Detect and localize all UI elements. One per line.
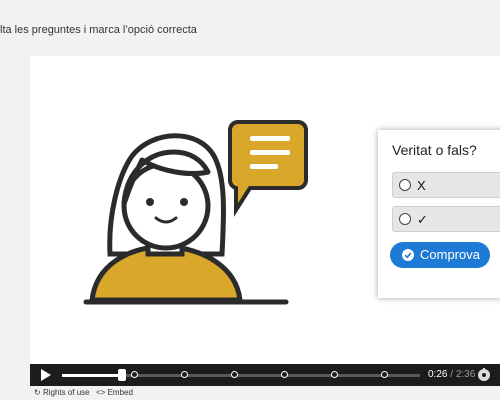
seek-handle[interactable] bbox=[117, 369, 126, 381]
embed-icon: <> bbox=[96, 388, 106, 397]
settings-icon[interactable] bbox=[477, 368, 491, 382]
seek-bar[interactable] bbox=[62, 369, 420, 381]
quiz-title: Veritat o fals? bbox=[392, 142, 477, 158]
chapter-marker[interactable] bbox=[180, 371, 188, 378]
option-label: ✓ bbox=[417, 212, 428, 227]
chapter-marker[interactable] bbox=[280, 371, 288, 378]
rights-link[interactable]: ↻ Rights of use bbox=[34, 388, 90, 397]
check-icon bbox=[402, 249, 414, 261]
time-separator: / bbox=[447, 369, 456, 380]
player-controls: 0:26 / 2:36 bbox=[30, 364, 500, 386]
option-false[interactable]: X bbox=[392, 172, 500, 198]
rights-icon: ↻ bbox=[34, 388, 41, 397]
option-label: X bbox=[417, 178, 426, 193]
embed-link[interactable]: <> Embed bbox=[96, 388, 133, 397]
check-button[interactable]: Comprova bbox=[390, 242, 490, 268]
seek-progress bbox=[62, 374, 122, 377]
check-button-label: Comprova bbox=[420, 247, 480, 262]
quiz-card: Veritat o fals? X ✓ Comprova bbox=[378, 130, 500, 298]
radio-icon[interactable] bbox=[399, 179, 411, 191]
video-player[interactable]: Veritat o fals? X ✓ Comprova bbox=[30, 56, 500, 386]
player-footer: ↻ Rights of use <> Embed bbox=[30, 386, 500, 400]
option-true[interactable]: ✓ bbox=[392, 206, 500, 232]
rights-label: Rights of use bbox=[42, 388, 90, 397]
chapter-marker[interactable] bbox=[331, 371, 339, 378]
chapter-marker[interactable] bbox=[381, 371, 389, 378]
radio-icon[interactable] bbox=[399, 213, 411, 225]
time-display: 0:26 / 2:36 bbox=[428, 369, 475, 380]
instructions-text: lta les preguntes i marca l’opció correc… bbox=[0, 24, 197, 36]
play-icon[interactable] bbox=[40, 369, 52, 381]
chapter-marker[interactable] bbox=[130, 371, 138, 378]
embed-label: Embed bbox=[107, 388, 133, 397]
chapter-marker[interactable] bbox=[230, 371, 238, 378]
total-time: 2:36 bbox=[455, 369, 476, 380]
current-time: 0:26 bbox=[428, 369, 448, 380]
